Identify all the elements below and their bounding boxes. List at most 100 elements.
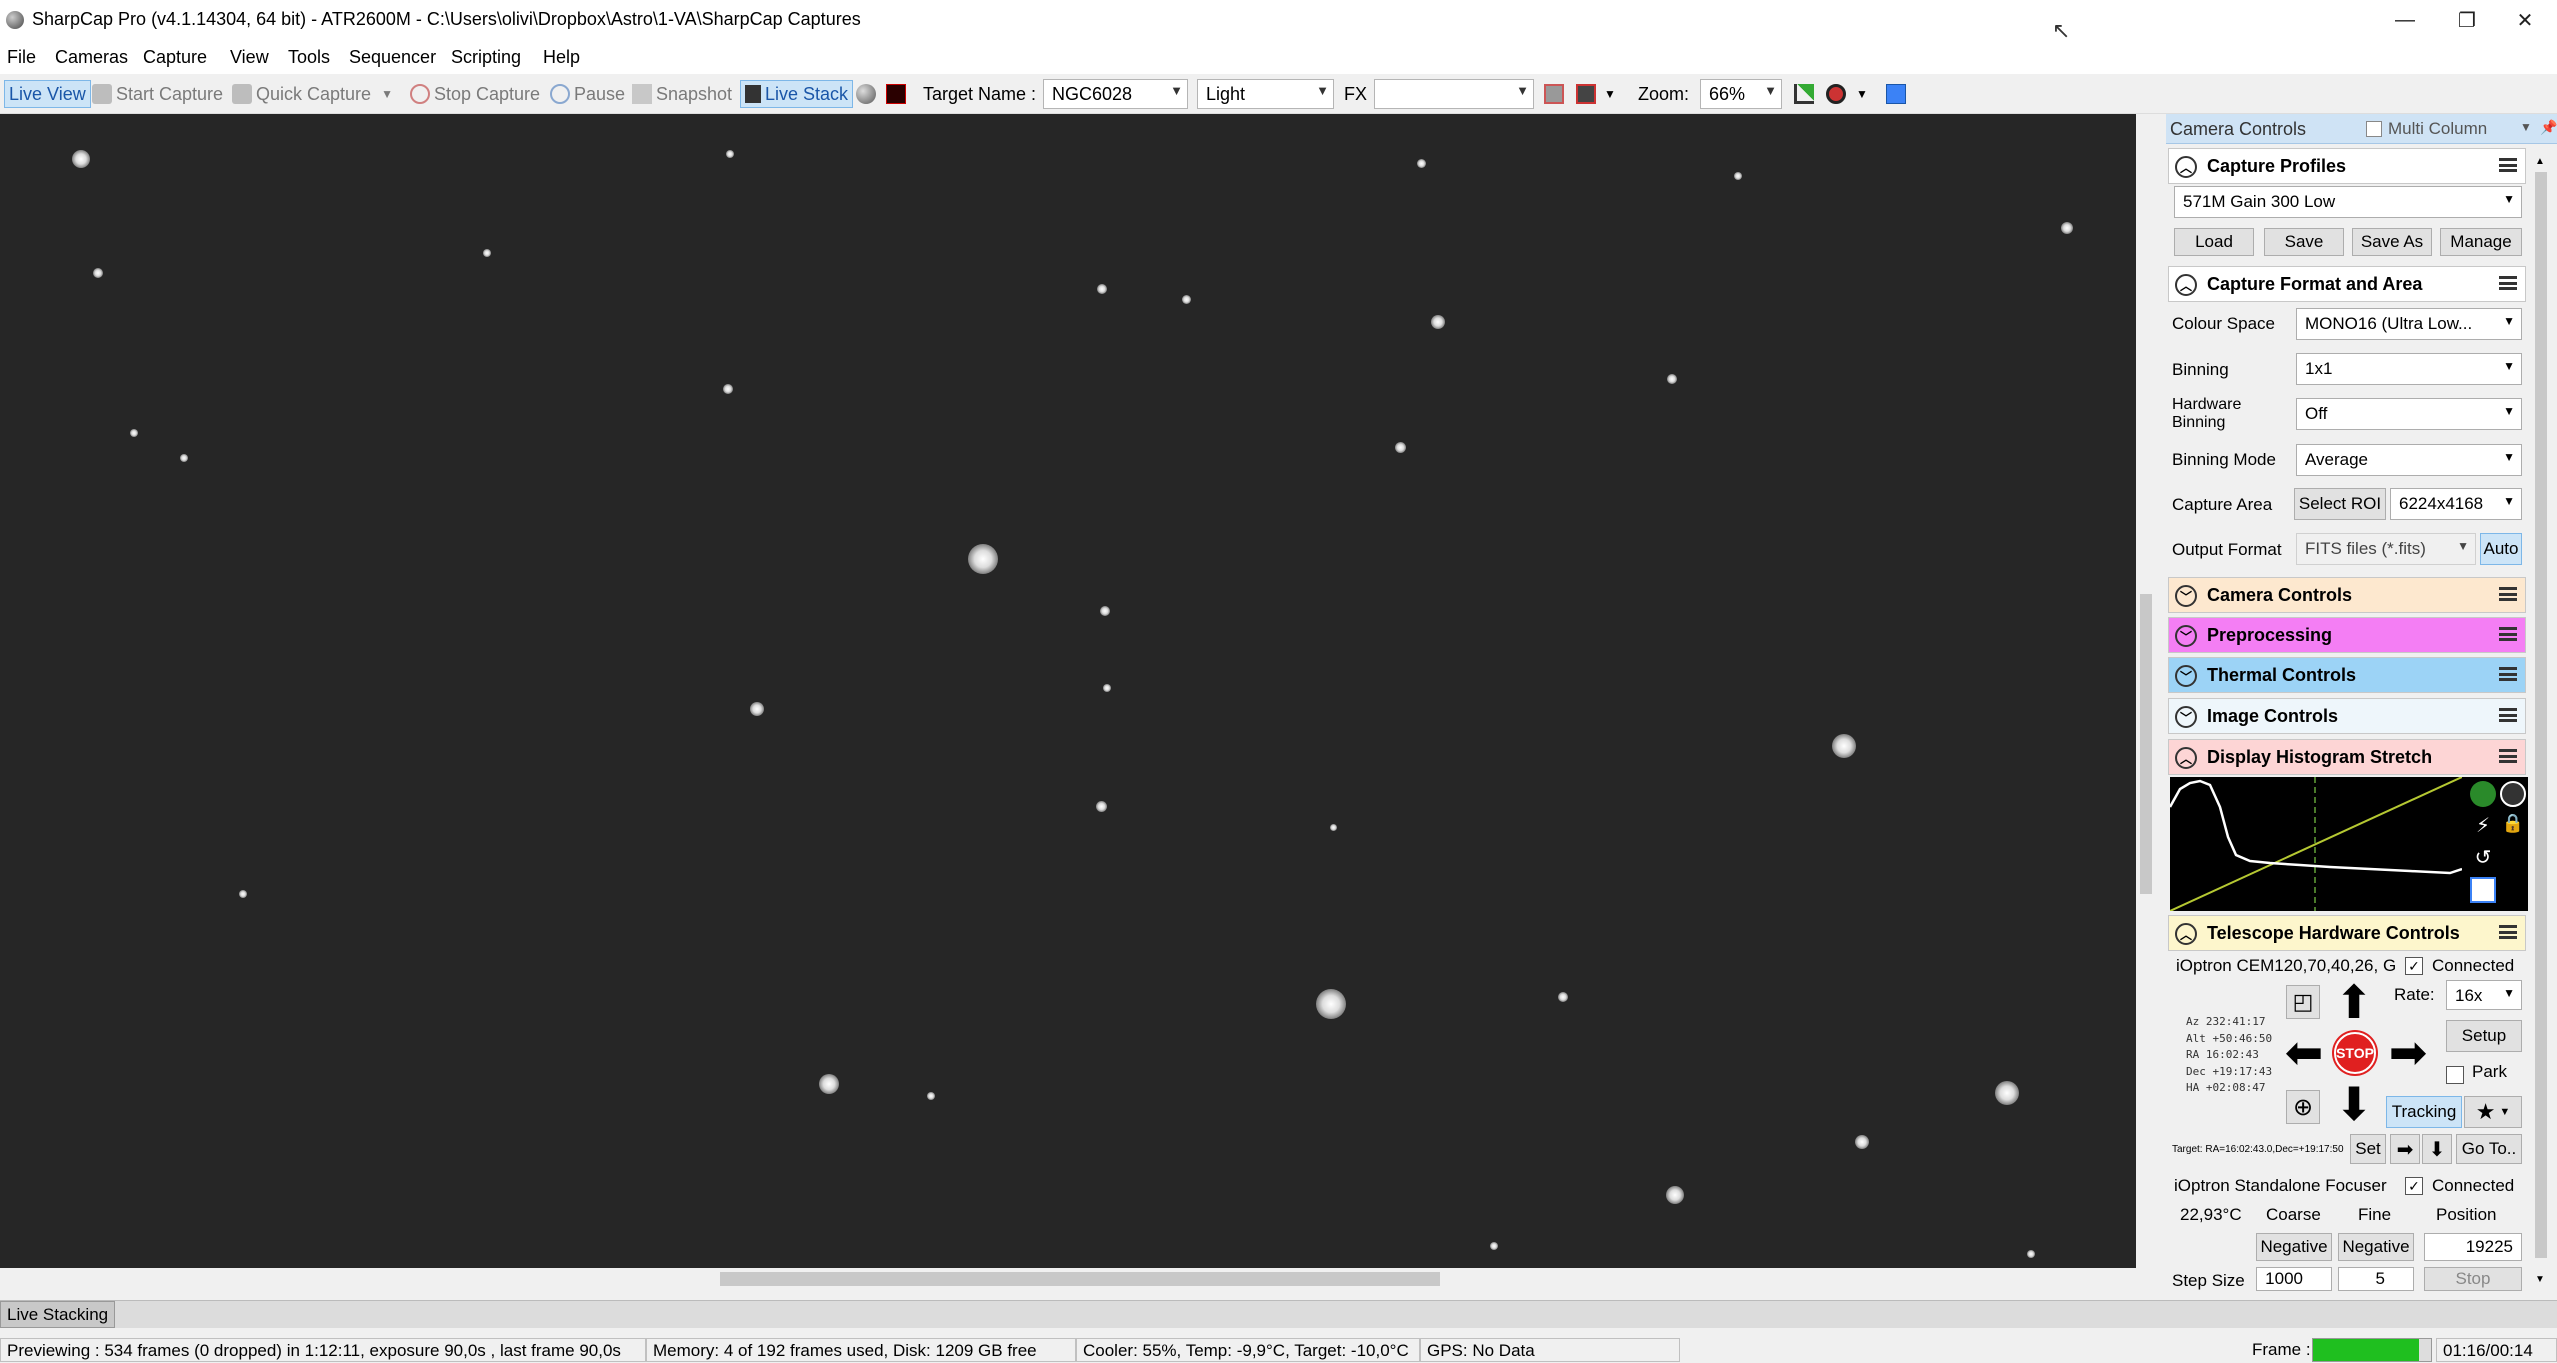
panel-scroll-thumb[interactable] [2535,172,2547,1258]
focuser-position-field[interactable]: 19225 [2424,1233,2522,1261]
menu-tools[interactable]: Tools [288,47,330,68]
menu-icon[interactable] [2499,276,2517,290]
collapse-icon[interactable]: ︿ [2175,747,2197,769]
live-image-view[interactable] [0,114,2136,1268]
collapse-icon[interactable]: ︿ [2175,923,2197,945]
menu-icon[interactable] [2499,925,2517,939]
contrast-icon[interactable] [2500,781,2526,807]
save-as-profile-button[interactable]: Save As [2352,228,2432,256]
multi-column-checkbox[interactable] [2366,121,2382,137]
collapse-icon[interactable]: ︿ [2175,156,2197,178]
annotate-button[interactable] [1886,80,1910,108]
arrow-right-icon[interactable]: ➡ [2390,1134,2420,1164]
stop-mount-button[interactable]: STOP [2334,1032,2376,1074]
fine-negative-button[interactable]: Negative [2338,1233,2414,1261]
goto-button[interactable]: Go To.. [2456,1134,2522,1164]
stop-capture-button[interactable]: Stop Capture [410,80,540,108]
menu-scripting[interactable]: Scripting [451,47,521,68]
start-capture-button[interactable]: Start Capture [92,80,223,108]
capture-format-section[interactable]: ︿ Capture Format and Area [2168,266,2526,302]
focuser-connected-checkbox[interactable]: ✓ [2405,1177,2423,1195]
reset-icon[interactable]: ↺ [2470,845,2496,871]
manage-profiles-button[interactable]: Manage [2440,228,2522,256]
star-icon[interactable]: ★ ▼ [2464,1096,2522,1128]
hardware-binning-select[interactable]: Off ▼ [2296,398,2522,430]
rate-select[interactable]: 16x ▼ [2446,980,2522,1010]
fx-select[interactable]: ▼ [1374,79,1534,109]
set-target-button[interactable]: Set [2350,1134,2386,1164]
arrow-left-icon[interactable]: ⬅ [2276,1029,2332,1078]
menu-sequencer[interactable]: Sequencer [349,47,436,68]
snapshot-button[interactable]: Snapshot [632,80,732,108]
mount-setup-button[interactable]: Setup [2446,1020,2522,1052]
vertical-scroll-thumb[interactable] [2140,594,2152,894]
expand-icon[interactable]: ﹀ [2175,625,2197,647]
tracking-toggle[interactable]: Tracking [2386,1096,2462,1128]
collapse-icon[interactable]: ︿ [2175,274,2197,296]
chevron-down-icon[interactable]: ▼ [2520,120,2532,134]
minimize-button[interactable]: — [2370,0,2440,40]
live-stacking-tab[interactable]: Live Stacking [0,1301,116,1328]
chevron-down-icon[interactable]: ▼ [381,87,393,101]
expand-icon[interactable]: ﹀ [2175,706,2197,728]
pause-button[interactable]: Pause [550,80,625,108]
arrow-down-icon[interactable]: ⬇ [2326,1081,2382,1130]
capture-profiles-section[interactable]: ︿ Capture Profiles [2168,148,2526,184]
overlay-button[interactable]: ▼ [1576,80,1616,108]
menu-icon[interactable] [2499,158,2517,172]
menu-cameras[interactable]: Cameras [55,47,128,68]
arrow-right-icon[interactable]: ➡ [2380,1029,2436,1078]
expand-icon[interactable]: ﹀ [2175,665,2197,687]
zoom-magnifier-button[interactable]: ▼ [1826,80,1868,108]
live-view-button[interactable]: Live View [4,80,91,108]
park-checkbox[interactable] [2446,1066,2464,1084]
quick-capture-button[interactable]: Quick Capture ▼ [232,80,393,108]
camera-controls-section[interactable]: ﹀ Camera Controls [2168,577,2526,613]
colour-space-select[interactable]: MONO16 (Ultra Low... ▼ [2296,308,2522,340]
mount-connected-checkbox[interactable]: ✓ [2405,957,2423,975]
auto-output-format-toggle[interactable]: Auto [2480,533,2522,565]
histogram-display[interactable]: ⚡ 🔒 ↺ [2168,776,2528,912]
focuser-stop-button[interactable]: Stop [2424,1267,2522,1291]
display-histogram-section[interactable]: ︿ Display Histogram Stretch [2168,739,2526,775]
thermal-controls-section[interactable]: ﹀ Thermal Controls [2168,657,2526,693]
target-icon-button[interactable] [886,80,910,108]
spiral-search-icon[interactable]: ◰ [2286,985,2320,1019]
crosshair-icon[interactable]: ⊕ [2286,1090,2320,1124]
scroll-up-icon[interactable]: ▲ [2535,156,2545,167]
save-icon[interactable] [2470,877,2496,903]
menu-icon[interactable] [2499,708,2517,722]
panel-scrollbar[interactable]: ▲ ▼ [2532,148,2550,1290]
menu-help[interactable]: Help [543,47,580,68]
reticle-button[interactable] [1544,80,1568,108]
arrow-down-icon[interactable]: ⬇ [2422,1134,2452,1164]
output-format-select[interactable]: FITS files (*.fits) ▼ [2296,533,2476,565]
select-roi-button[interactable]: Select ROI [2294,488,2386,520]
scroll-down-icon[interactable]: ▼ [2535,1274,2545,1285]
telescope-section[interactable]: ︿ Telescope Hardware Controls [2168,915,2526,951]
horizontal-scroll-thumb[interactable] [720,1272,1440,1286]
target-name-combo[interactable]: NGC6028 ▼ [1043,79,1188,109]
pin-icon[interactable]: 📌 [2540,119,2557,136]
capture-area-select[interactable]: 6224x4168 ▼ [2390,488,2522,520]
menu-icon[interactable] [2499,667,2517,681]
load-profile-button[interactable]: Load [2174,228,2254,256]
arrow-up-icon[interactable]: ⬆ [2326,979,2382,1028]
menu-icon[interactable] [2499,627,2517,641]
frame-type-select[interactable]: Light ▼ [1197,79,1334,109]
binning-mode-select[interactable]: Average ▼ [2296,444,2522,476]
image-vertical-scrollbar[interactable] [2136,114,2156,1268]
step-size-stepper[interactable]: 1000 [2256,1267,2332,1291]
image-controls-section[interactable]: ﹀ Image Controls [2168,698,2526,734]
menu-icon[interactable] [2499,587,2517,601]
live-stack-button[interactable]: Live Stack [740,80,854,108]
menu-file[interactable]: File [7,47,36,68]
capture-profile-select[interactable]: 571M Gain 300 Low ▼ [2174,186,2522,218]
menu-icon[interactable] [2499,749,2517,763]
zoom-select[interactable]: 66% ▼ [1700,79,1782,109]
lock-icon[interactable]: 🔒 [2500,813,2526,839]
histogram-button[interactable] [1794,80,1818,108]
save-profile-button[interactable]: Save [2264,228,2344,256]
menu-capture[interactable]: Capture [143,47,207,68]
close-button[interactable]: ✕ [2490,0,2557,40]
